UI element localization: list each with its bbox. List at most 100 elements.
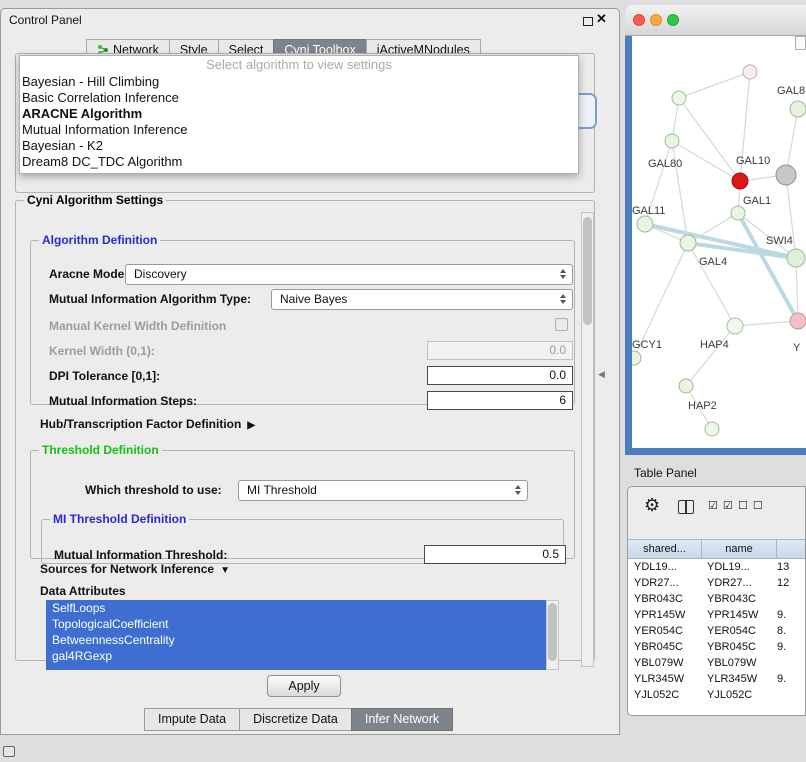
column-header-partial[interactable] [777,540,806,558]
table-cell: YDL19... [628,559,701,575]
network-node-label: HAP4 [700,339,729,351]
list-scrollbar[interactable] [546,600,559,670]
algorithm-definition-group: Algorithm Definition Aracne Mode: Discov… [30,233,575,405]
network-node-label: HAP2 [688,400,717,412]
network-scrollbar-corner[interactable] [795,36,806,50]
collapse-left-icon[interactable]: ◀ [598,369,605,380]
tab-discretize-data[interactable]: Discretize Data [239,708,352,731]
table-cell [775,655,806,671]
list-item[interactable]: gal4RGexp [46,648,546,664]
table-row[interactable]: YDR27...YDR27...12 [628,575,806,591]
network-node[interactable] [787,249,805,267]
table-row[interactable]: YER054CYER054C8. [628,623,806,639]
dropdown-item[interactable]: Dream8 DC_TDC Algorithm [20,154,578,170]
network-node[interactable] [705,422,719,436]
network-view-window: GAL8GAL80GAL10GAL11GAL1SWI4GAL4GCY1HAP4H… [625,5,806,455]
settings-scrollbar-thumb[interactable] [583,217,592,325]
network-node[interactable] [731,206,745,220]
float-window-icon[interactable] [583,17,593,26]
table-cell: YBR045C [701,639,775,655]
kernel-width-field[interactable]: 0.0 [427,341,573,360]
list-item[interactable]: TopologicalCoefficient [46,616,546,632]
table-row[interactable]: YJL052CYJL052C [628,687,806,703]
aracne-mode-label: Aracne Mode: [49,267,128,281]
table-row[interactable]: YLR345WYLR345W9. [628,671,806,687]
settings-scrollbar[interactable] [581,212,594,667]
which-threshold-label: Which threshold to use: [85,483,222,497]
table-cell: 9. [775,671,806,687]
table-body: YDL19...YDL19...13YDR27...YDR27...12YBR0… [628,559,806,715]
mi-threshold-label: Mutual Information Threshold: [54,548,227,562]
table-row[interactable]: YBR045CYBR045C9. [628,639,806,655]
dropdown-item[interactable]: Basic Correlation Inference [20,90,578,106]
table-header-row: shared... name [628,539,806,559]
network-node[interactable] [679,379,693,393]
network-node-label: SWI4 [766,235,793,247]
network-node[interactable] [680,235,696,251]
aracne-mode-select[interactable]: Discovery [125,264,573,285]
minimize-traffic-light[interactable] [650,14,662,26]
network-node[interactable] [790,101,806,117]
dropdown-item[interactable]: Bayesian - K2 [20,138,578,154]
column-header-shared-name[interactable]: shared... [628,540,702,558]
network-node[interactable] [672,91,686,105]
threshold-definition-group: Threshold Definition Which threshold to … [30,443,575,559]
dropdown-item-selected[interactable]: ARACNE Algorithm [20,106,578,122]
network-node[interactable] [665,134,679,148]
table-cell: 13 [775,559,806,575]
select-all-columns-icon[interactable]: ☑ ☑ [708,499,734,512]
table-cell: YBL079W [701,655,775,671]
which-threshold-select[interactable]: MI Threshold [238,480,528,501]
network-node-label: Y [793,342,801,354]
tab-impute-data[interactable]: Impute Data [144,708,240,731]
list-item[interactable]: BetweennessCentrality [46,632,546,648]
table-panel: Table Panel ⚙ ☑ ☑ ☐ ☐ shared... name YDL… [625,460,806,718]
list-scrollbar-thumb[interactable] [548,603,557,661]
gear-icon[interactable]: ⚙ [644,495,660,516]
table-row[interactable]: YBR043CYBR043C [628,591,806,607]
manual-kernel-checkbox[interactable] [555,318,568,331]
table-cell [775,591,806,607]
dropdown-item[interactable]: Mutual Information Inference [20,122,578,138]
mi-steps-field[interactable]: 6 [427,391,573,410]
manual-kernel-label: Manual Kernel Width Definition [49,319,226,333]
tab-infer-network[interactable]: Infer Network [351,708,453,731]
show-columns-icon[interactable] [678,500,694,514]
sources-toggle[interactable]: Sources for Network Inference▼ [40,562,230,576]
settings-group-title: Cyni Algorithm Settings [24,193,166,207]
table-row[interactable]: YBL079WYBL079W [628,655,806,671]
network-canvas-svg[interactable]: GAL8GAL80GAL10GAL11GAL1SWI4GAL4GCY1HAP4H… [632,36,806,448]
dpi-tolerance-field[interactable]: 0.0 [427,366,573,385]
table-panel-title: Table Panel [634,466,697,480]
network-node[interactable] [743,65,757,79]
network-node[interactable] [637,216,653,232]
data-attributes-label: Data Attributes [40,584,126,598]
list-item[interactable]: SelfLoops [46,600,546,616]
unselect-all-columns-icon[interactable]: ☐ ☐ [738,499,764,512]
minimized-panel-icon[interactable] [3,746,15,757]
column-header-name[interactable]: name [702,540,777,558]
table-row[interactable]: YDL19...YDL19...13 [628,559,806,575]
apply-button[interactable]: Apply [267,675,341,697]
network-node[interactable] [790,313,806,329]
network-edge [679,72,750,98]
network-canvas[interactable]: GAL8GAL80GAL10GAL11GAL1SWI4GAL4GCY1HAP4H… [632,36,806,448]
zoom-traffic-light[interactable] [667,14,679,26]
network-node[interactable] [727,318,743,334]
hub-section-toggle[interactable]: Hub/Transcription Factor Definition▶ [40,417,255,431]
algorithm-definition-title: Algorithm Definition [39,233,160,247]
dropdown-item[interactable]: Bayesian - Hill Climbing [20,74,578,90]
close-icon[interactable]: ✕ [596,11,607,27]
mi-threshold-field[interactable]: 0.5 [424,545,566,564]
network-node[interactable] [732,173,748,189]
table-row[interactable]: YPR145WYPR145W9. [628,607,806,623]
close-traffic-light[interactable] [633,14,645,26]
network-edge [679,98,740,181]
network-node[interactable] [776,165,796,185]
network-node[interactable] [632,351,641,365]
table-cell: 9. [775,639,806,655]
aracne-mode-value: Discovery [134,267,187,281]
mi-type-select[interactable]: Naive Bayes [271,289,573,310]
network-edge [672,141,688,243]
network-edge [735,321,798,326]
